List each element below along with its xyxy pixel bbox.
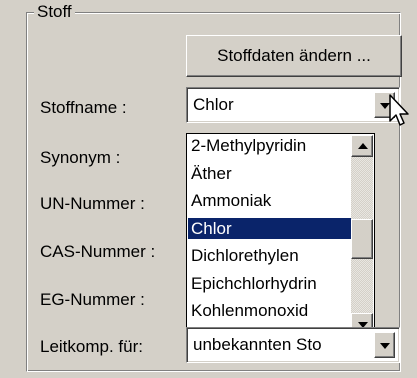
stoffname-dropdown-list[interactable]: 2-Methylpyridin Äther Ammoniak Chlor Dichlor… [186,133,375,337]
stoffname-value: Chlor [193,95,234,114]
un-nummer-label: UN-Nummer : [40,194,145,213]
stoffname-label: Stoffname : [40,98,127,117]
leitkomp-dropdown-button[interactable] [374,332,395,358]
stoffname-combobox[interactable]: Chlor [186,87,400,123]
stoffdaten-aendern-button[interactable]: Stoffdaten ändern ... [186,35,402,77]
dropdown-item[interactable]: Kohlenmonoxid [188,300,351,321]
chevron-down-icon [380,343,390,349]
dropdown-item[interactable]: Epichchlorhydrin [188,273,351,294]
dropdown-item[interactable]: Äther [188,163,351,184]
leitkomp-combobox[interactable]: unbekannten Sto [186,327,400,363]
dropdown-item[interactable]: 2-Methylpyridin [188,135,351,156]
dropdown-item[interactable]: Ammoniak [188,190,351,211]
dropdown-scrollbar[interactable] [351,135,373,335]
eg-nummer-label: EG-Nummer : [40,290,145,309]
dropdown-item[interactable]: Dichlorethylen [188,245,351,266]
dropdown-item[interactable]: Chlor [188,217,351,239]
synonym-label: Synonym : [40,148,121,167]
scroll-thumb[interactable] [351,219,373,259]
leitkomp-label: Leitkomp. für: [40,337,143,356]
stoff-panel: Stoff Stoffdaten ändern ... Stoffname : … [0,0,417,378]
cas-nummer-label: CAS-Nummer : [40,242,156,261]
mouse-pointer-icon [389,94,409,126]
group-title: Stoff [34,2,75,22]
scroll-up-button[interactable] [351,135,373,157]
leitkomp-value: unbekannten Sto [193,335,322,354]
scroll-up-icon [358,143,368,149]
